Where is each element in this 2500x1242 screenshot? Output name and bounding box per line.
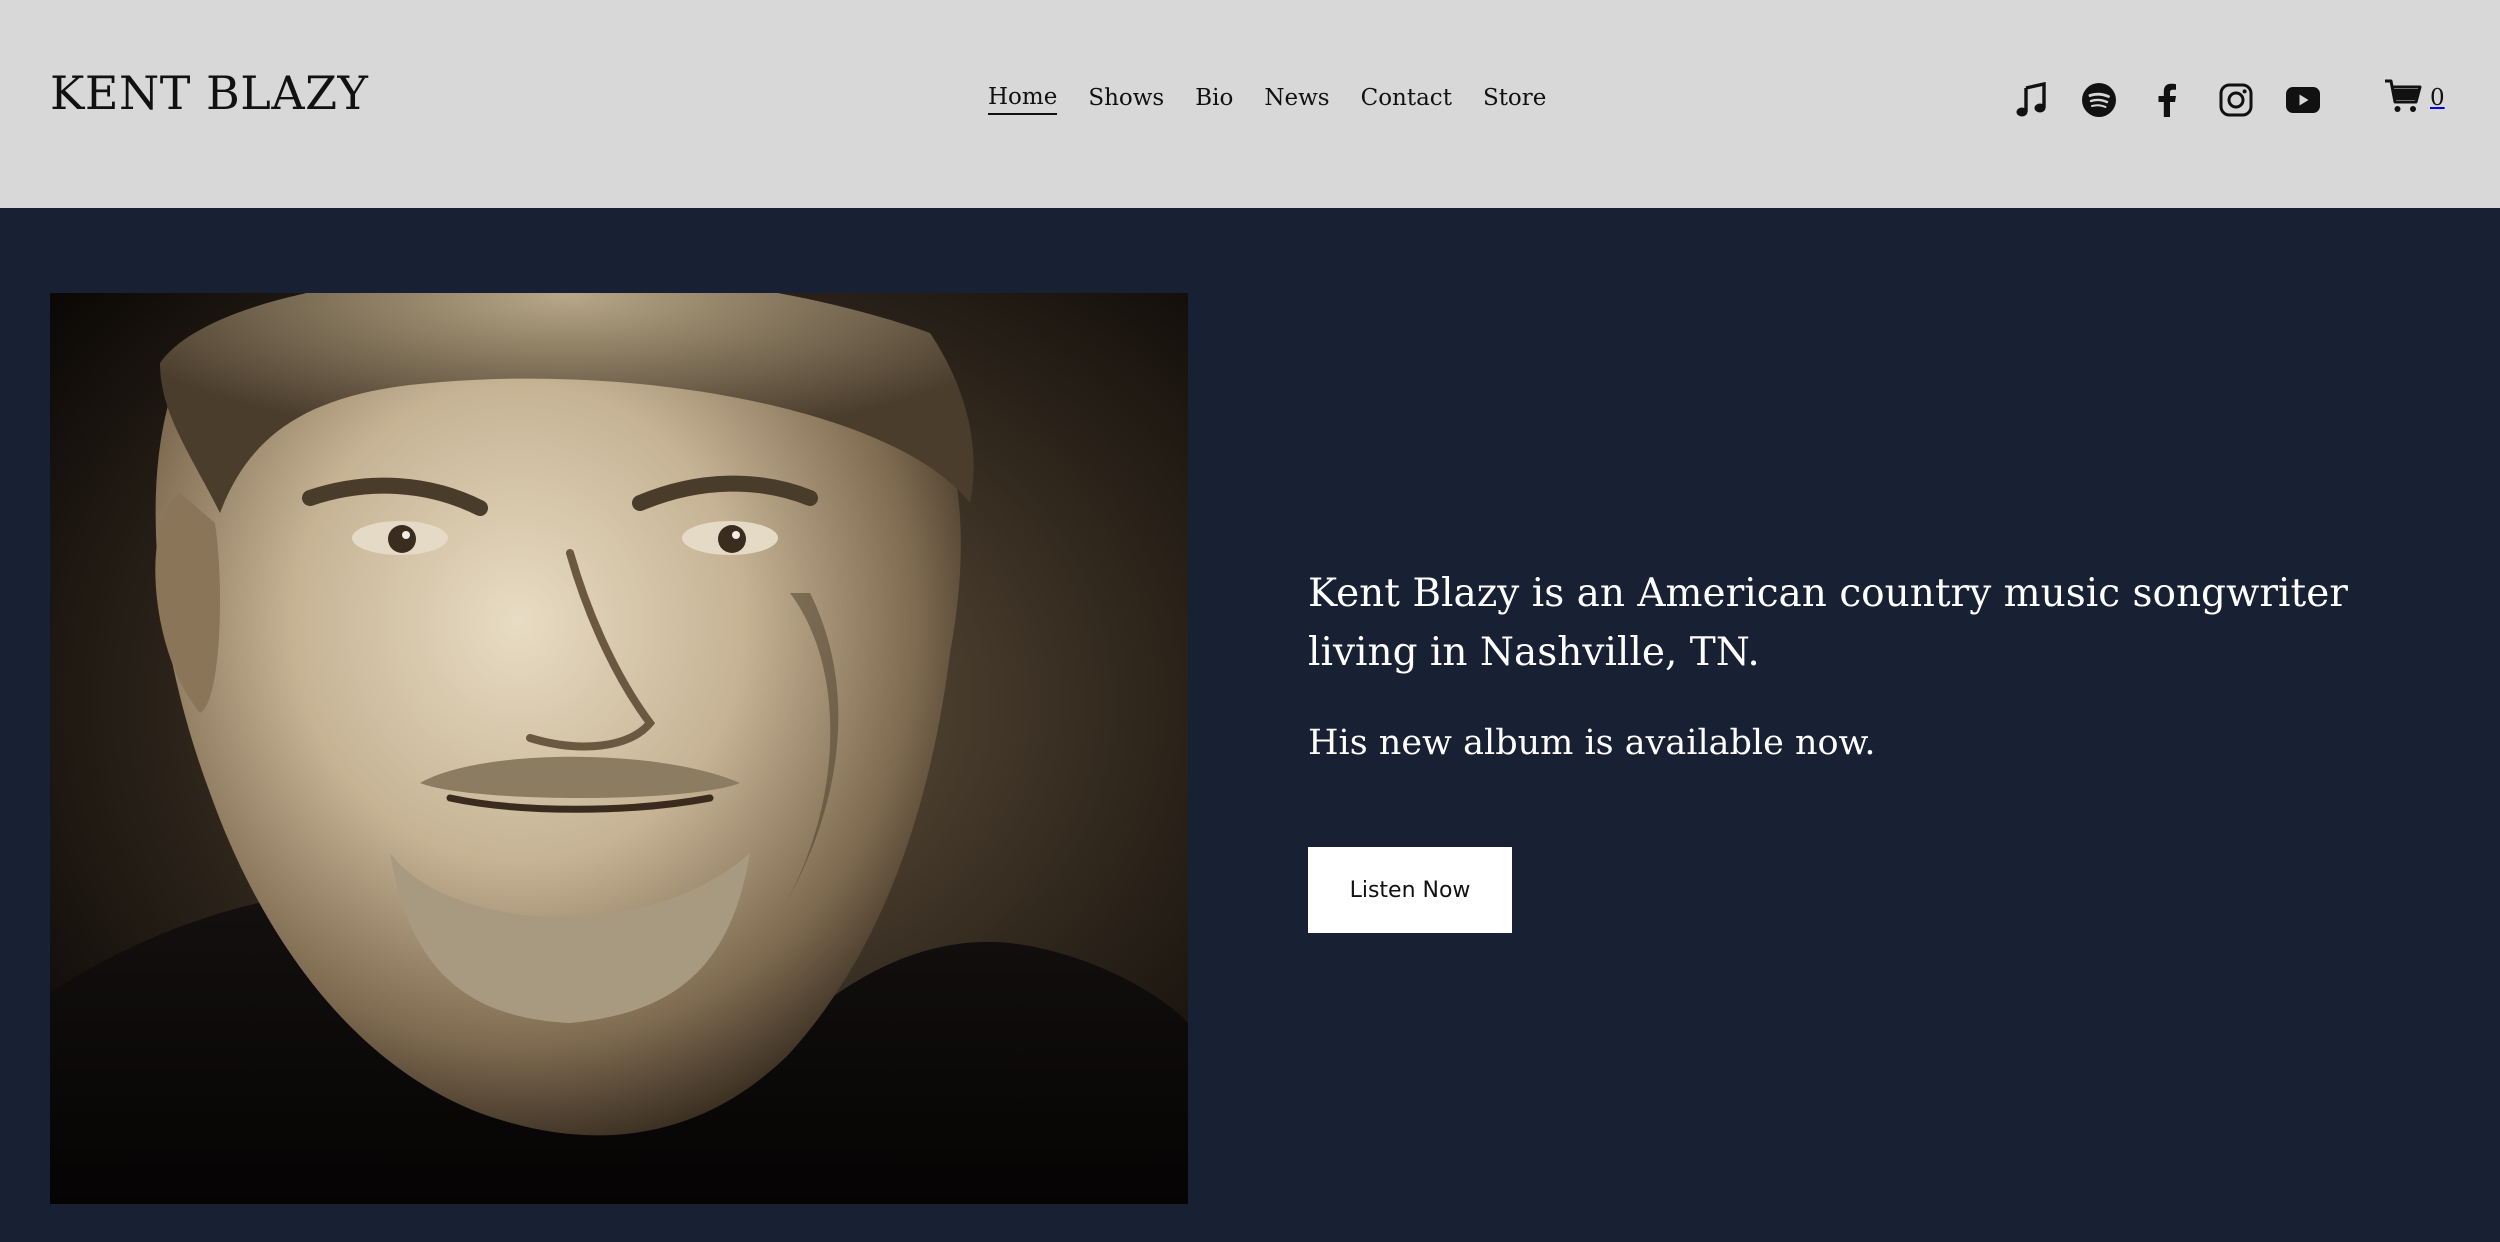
cart-link[interactable]: 0 bbox=[2384, 78, 2445, 118]
site-title[interactable]: KENT BLAZY bbox=[50, 66, 368, 120]
nav-home[interactable]: Home bbox=[988, 81, 1058, 115]
nav-store[interactable]: Store bbox=[1483, 82, 1546, 114]
nav-bio[interactable]: Bio bbox=[1195, 82, 1233, 114]
cart-icon bbox=[2384, 78, 2422, 118]
site-header: KENT BLAZY Home Shows Bio News Contact S… bbox=[0, 0, 2500, 208]
hero-text: Kent Blazy is an American country music … bbox=[1308, 564, 2418, 768]
hero-intro: Kent Blazy is an American country music … bbox=[1308, 571, 2348, 675]
artist-portrait bbox=[50, 293, 1188, 1204]
spotify-icon[interactable] bbox=[2080, 80, 2118, 120]
facebook-icon[interactable] bbox=[2152, 80, 2182, 120]
instagram-icon[interactable] bbox=[2218, 80, 2254, 120]
music-note-icon[interactable] bbox=[2014, 80, 2048, 120]
nav-news[interactable]: News bbox=[1264, 82, 1329, 114]
hero-album-note: His new album is available now. bbox=[1308, 723, 1876, 763]
listen-now-button[interactable]: Listen Now bbox=[1308, 847, 1512, 933]
youtube-icon[interactable] bbox=[2286, 80, 2320, 120]
nav-shows[interactable]: Shows bbox=[1088, 82, 1164, 114]
cart-count: 0 bbox=[2430, 85, 2445, 111]
nav-contact[interactable]: Contact bbox=[1361, 82, 1452, 114]
main-nav: Home Shows Bio News Contact Store bbox=[988, 81, 1546, 115]
